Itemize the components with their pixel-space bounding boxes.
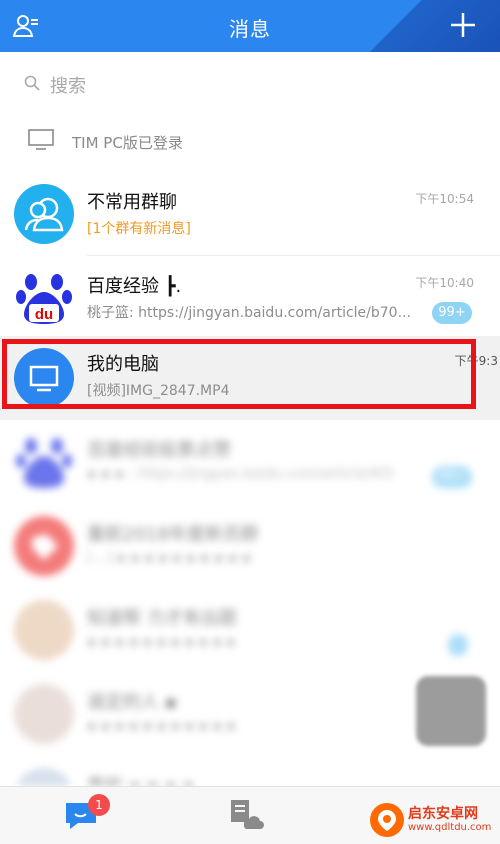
chat-preview: [视频]IMG_2847.MP4 — [87, 383, 230, 399]
svg-text:du: du — [35, 306, 53, 323]
tag-avatar-icon — [14, 516, 74, 576]
chat-preview: ▪ ▪ ▪ ▪ ▪ ▪ ▪ ▪ ▪ ▪ ▪ — [87, 634, 236, 650]
unread-badge: 99+ — [432, 466, 472, 488]
watermark-logo-icon — [370, 803, 404, 837]
pc-status-label: TIM PC版已登录 — [72, 133, 183, 152]
baidu-paw-icon: du — [14, 268, 74, 328]
chat-name: 不常用群聊 — [87, 192, 177, 213]
chat-name: 百度经验 ┣. — [87, 276, 182, 297]
chat-preview: ▪ ▪ ▪ ▪ ▪ ▪ ▪ ▪ ▪ ▪ ▪ — [87, 718, 236, 734]
group-avatar-icon — [14, 184, 74, 244]
search-icon — [24, 75, 40, 95]
page-title: 消息 — [229, 17, 271, 41]
monitor-icon — [28, 129, 54, 155]
chat-name: 知道帮 力才有出题 — [87, 608, 237, 629]
chat-time: 下午10:40 — [415, 276, 474, 290]
chat-name: 我的电脑 — [87, 354, 159, 375]
avatar — [14, 768, 74, 786]
chat-item-blurred-3[interactable]: 知道帮 力才有出题 ▪ ▪ ▪ ▪ ▪ ▪ ▪ ▪ ▪ ▪ ▪ — [0, 588, 500, 672]
chat-time: 下午9:3 — [454, 354, 498, 368]
avatar — [14, 600, 74, 660]
chat-preview: ▪ ▪ ▪ : https://jingyan.baidu.com/articl… — [87, 466, 394, 482]
chat-item-blurred-2[interactable]: 重航2018年度新员群 […] ▪ ▪ ▪ ▪ ▪ ▪ ▪ ▪ ▪ ▪ — [0, 504, 500, 588]
chat-preview: […] ▪ ▪ ▪ ▪ ▪ ▪ ▪ ▪ ▪ ▪ — [87, 550, 252, 566]
plus-icon[interactable] — [448, 10, 478, 40]
chat-name: 滋定的人 ▪ — [87, 692, 177, 713]
search-bar[interactable]: 搜索 — [0, 62, 500, 108]
chat-name: 百度经验投票点赞 — [87, 440, 231, 461]
document-cloud-icon — [231, 800, 264, 829]
unread-badge: 99+ — [432, 302, 472, 324]
watermark-name: 启东安卓网 — [408, 805, 478, 822]
top-header: 消息 — [0, 0, 500, 52]
chat-item-blurred-1[interactable]: 百度经验投票点赞 ▪ ▪ ▪ : https://jingyan.baidu.c… — [0, 420, 500, 504]
floating-button[interactable] — [416, 676, 486, 746]
chat-item-uncommon-groups[interactable]: 不常用群聊 [1个群有新消息] 下午10:54 — [0, 172, 500, 256]
chat-name: 重航2018年度新员群 — [87, 524, 259, 545]
chat-preview: [1个群有新消息] — [87, 221, 191, 237]
watermark-url: www.qdltdu.com — [408, 822, 492, 834]
chat-item-blurred-5[interactable]: 重航 ▪ ▪ ▪ ▪ — [0, 756, 500, 786]
watermark: 启东安卓网 www.qdltdu.com — [370, 800, 498, 840]
chat-name: 重航 ▪ ▪ ▪ ▪ — [87, 772, 195, 786]
chat-time: 下午10:54 — [415, 192, 474, 206]
watermark-text: 启东安卓网 www.qdltdu.com — [408, 805, 492, 834]
avatar — [14, 684, 74, 744]
chat-item-baidu-jingyan[interactable]: du 百度经验 ┣. 桃子篮: https://jingyan.baidu.co… — [0, 256, 500, 340]
pc-login-status[interactable]: TIM PC版已登录 — [0, 118, 500, 166]
chat-preview: 桃子篮: https://jingyan.baidu.com/article/b… — [87, 305, 411, 321]
unread-dot — [448, 634, 468, 656]
search-input[interactable]: 搜索 — [50, 72, 86, 98]
baidu-paw-icon — [14, 432, 74, 492]
computer-avatar-icon — [14, 348, 74, 408]
messages-badge: 1 — [88, 794, 110, 816]
tab-files[interactable] — [224, 795, 264, 835]
chat-item-my-computer[interactable]: 我的电脑 [视频]IMG_2847.MP4 下午9:3 — [0, 336, 500, 420]
